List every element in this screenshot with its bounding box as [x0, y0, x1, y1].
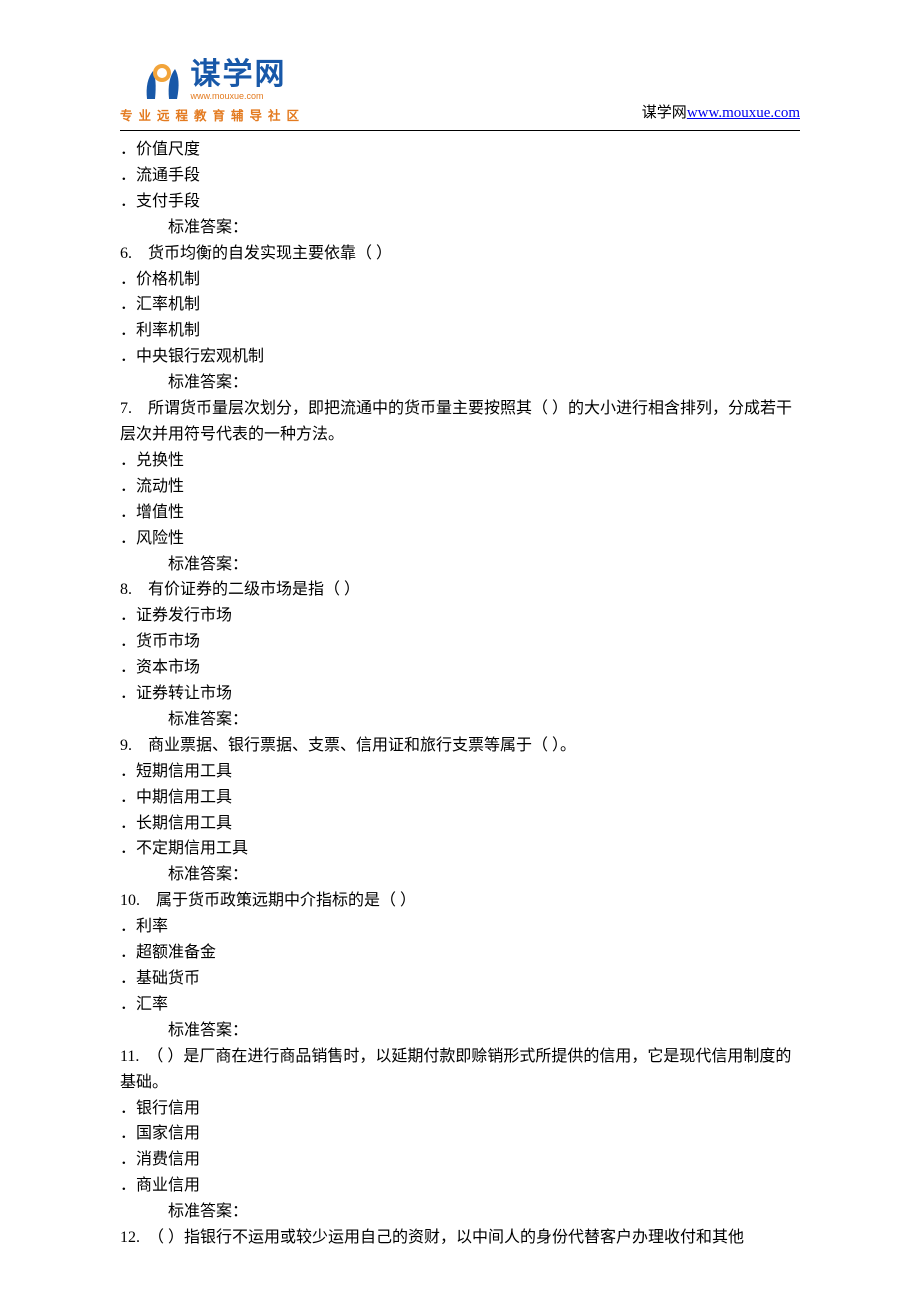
- option-line: ．流动性: [120, 474, 800, 500]
- page-header: 谋学网 www.mouxue.com 专业远程教育辅导社区 谋学网www.mou…: [120, 60, 800, 124]
- logo-text: 谋学网 www.mouxue.com: [191, 60, 287, 101]
- option-line: ．证券转让市场: [120, 681, 800, 707]
- option-line: ．利率: [120, 914, 800, 940]
- option-line: ．资本市场: [120, 655, 800, 681]
- option-line: ．增值性: [120, 500, 800, 526]
- option-line: ．价值尺度: [120, 137, 800, 163]
- option-line: ．国家信用: [120, 1121, 800, 1147]
- option-line: ．支付手段: [120, 189, 800, 215]
- option-line: ．基础货币: [120, 966, 800, 992]
- answer-line: 标准答案：: [120, 1199, 800, 1225]
- header-right: 谋学网www.mouxue.com: [642, 101, 800, 124]
- option-line: ．中期信用工具: [120, 785, 800, 811]
- question-line: 8. 有价证券的二级市场是指（ ）: [120, 577, 800, 603]
- option-line: ．商业信用: [120, 1173, 800, 1199]
- answer-line: 标准答案：: [120, 862, 800, 888]
- option-line: ．证券发行市场: [120, 603, 800, 629]
- option-line: ．短期信用工具: [120, 759, 800, 785]
- logo-icon: [139, 61, 185, 101]
- option-line: ．中央银行宏观机制: [120, 344, 800, 370]
- option-line: ．流通手段: [120, 163, 800, 189]
- site-logo: 谋学网 www.mouxue.com 专业远程教育辅导社区: [120, 60, 305, 124]
- document-body: ．价值尺度．流通手段．支付手段标准答案：6. 货币均衡的自发实现主要依靠（ ）．…: [120, 137, 800, 1251]
- question-line: 12. （ ）指银行不运用或较少运用自己的资财，以中间人的身份代替客户办理收付和…: [120, 1225, 800, 1251]
- logo-name: 谋学网: [191, 60, 287, 90]
- question-line: 7. 所谓货币量层次划分，即把流通中的货币量主要按照其（ ）的大小进行相含排列，…: [120, 396, 800, 448]
- question-line: 9. 商业票据、银行票据、支票、信用证和旅行支票等属于（ ）。: [120, 733, 800, 759]
- logo-url: www.mouxue.com: [191, 92, 287, 101]
- option-line: ．货币市场: [120, 629, 800, 655]
- option-line: ．汇率机制: [120, 292, 800, 318]
- answer-line: 标准答案：: [120, 370, 800, 396]
- option-line: ．超额准备金: [120, 940, 800, 966]
- answer-line: 标准答案：: [120, 552, 800, 578]
- option-line: ．汇率: [120, 992, 800, 1018]
- answer-line: 标准答案：: [120, 707, 800, 733]
- page: 谋学网 www.mouxue.com 专业远程教育辅导社区 谋学网www.mou…: [0, 0, 920, 1291]
- option-line: ．利率机制: [120, 318, 800, 344]
- option-line: ．风险性: [120, 526, 800, 552]
- logo-row: 谋学网 www.mouxue.com: [139, 60, 287, 101]
- option-line: ．银行信用: [120, 1096, 800, 1122]
- question-line: 11. （ ）是厂商在进行商品销售时，以延期付款即赊销形式所提供的信用，它是现代…: [120, 1044, 800, 1096]
- option-line: ．不定期信用工具: [120, 836, 800, 862]
- header-link[interactable]: www.mouxue.com: [687, 105, 800, 121]
- option-line: ．价格机制: [120, 267, 800, 293]
- answer-line: 标准答案：: [120, 215, 800, 241]
- option-line: ．消费信用: [120, 1147, 800, 1173]
- logo-tagline: 专业远程教育辅导社区: [120, 105, 305, 124]
- option-line: ．兑换性: [120, 448, 800, 474]
- answer-line: 标准答案：: [120, 1018, 800, 1044]
- header-rule: [120, 130, 800, 131]
- question-line: 10. 属于货币政策远期中介指标的是（ ）: [120, 888, 800, 914]
- header-right-prefix: 谋学网: [642, 105, 687, 121]
- option-line: ．长期信用工具: [120, 811, 800, 837]
- question-line: 6. 货币均衡的自发实现主要依靠（ ）: [120, 241, 800, 267]
